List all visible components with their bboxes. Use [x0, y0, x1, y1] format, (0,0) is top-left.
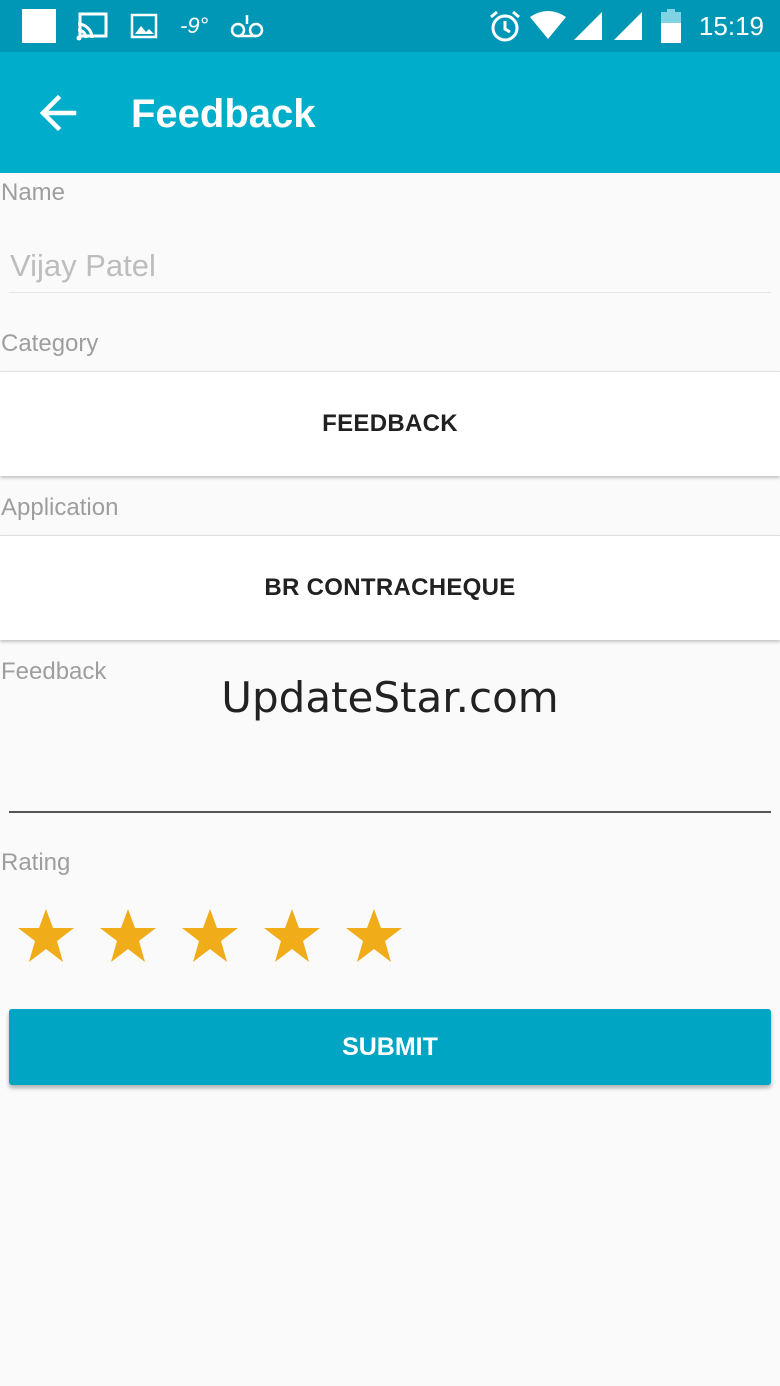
arrow-back-icon	[39, 94, 77, 132]
name-field[interactable]: Vijay Patel	[10, 246, 156, 286]
square-notification-icon	[21, 8, 57, 44]
star-icon[interactable]	[98, 907, 158, 965]
star-icon[interactable]	[344, 907, 404, 965]
star-icon[interactable]	[16, 907, 76, 965]
category-label: Category	[1, 330, 99, 357]
category-select[interactable]: FEEDBACK	[0, 371, 780, 476]
alarm-icon	[488, 8, 522, 44]
application-select[interactable]: BR CONTRACHEQUE	[0, 535, 780, 640]
name-label: Name	[1, 179, 66, 206]
page-title: Feedback	[131, 92, 316, 136]
status-time: 15:19	[698, 11, 764, 41]
submit-button[interactable]: SUBMIT	[9, 1009, 771, 1085]
temperature-readout: -9°	[180, 13, 209, 38]
star-icon[interactable]	[180, 907, 240, 965]
status-bar: -9° 15:19	[0, 0, 780, 52]
wifi-icon	[530, 8, 566, 44]
image-icon	[130, 8, 158, 44]
app-bar: Feedback	[0, 52, 780, 173]
battery-icon	[660, 8, 682, 44]
signal-2-icon	[612, 8, 644, 44]
application-label: Application	[1, 494, 119, 521]
feedback-input[interactable]: UpdateStar.com	[0, 672, 780, 724]
submit-label: SUBMIT	[342, 1032, 438, 1061]
feedback-input-underline	[9, 811, 771, 813]
temperature-icon: -9°	[180, 8, 208, 44]
application-value: BR CONTRACHEQUE	[264, 574, 516, 601]
category-value: FEEDBACK	[322, 410, 458, 437]
signal-icon	[572, 8, 604, 44]
rating-label: Rating	[1, 849, 71, 876]
star-icon[interactable]	[262, 907, 322, 965]
voicemail-icon	[230, 8, 264, 44]
name-field-underline	[9, 292, 771, 293]
cast-icon	[76, 8, 108, 44]
back-button[interactable]	[36, 90, 82, 136]
